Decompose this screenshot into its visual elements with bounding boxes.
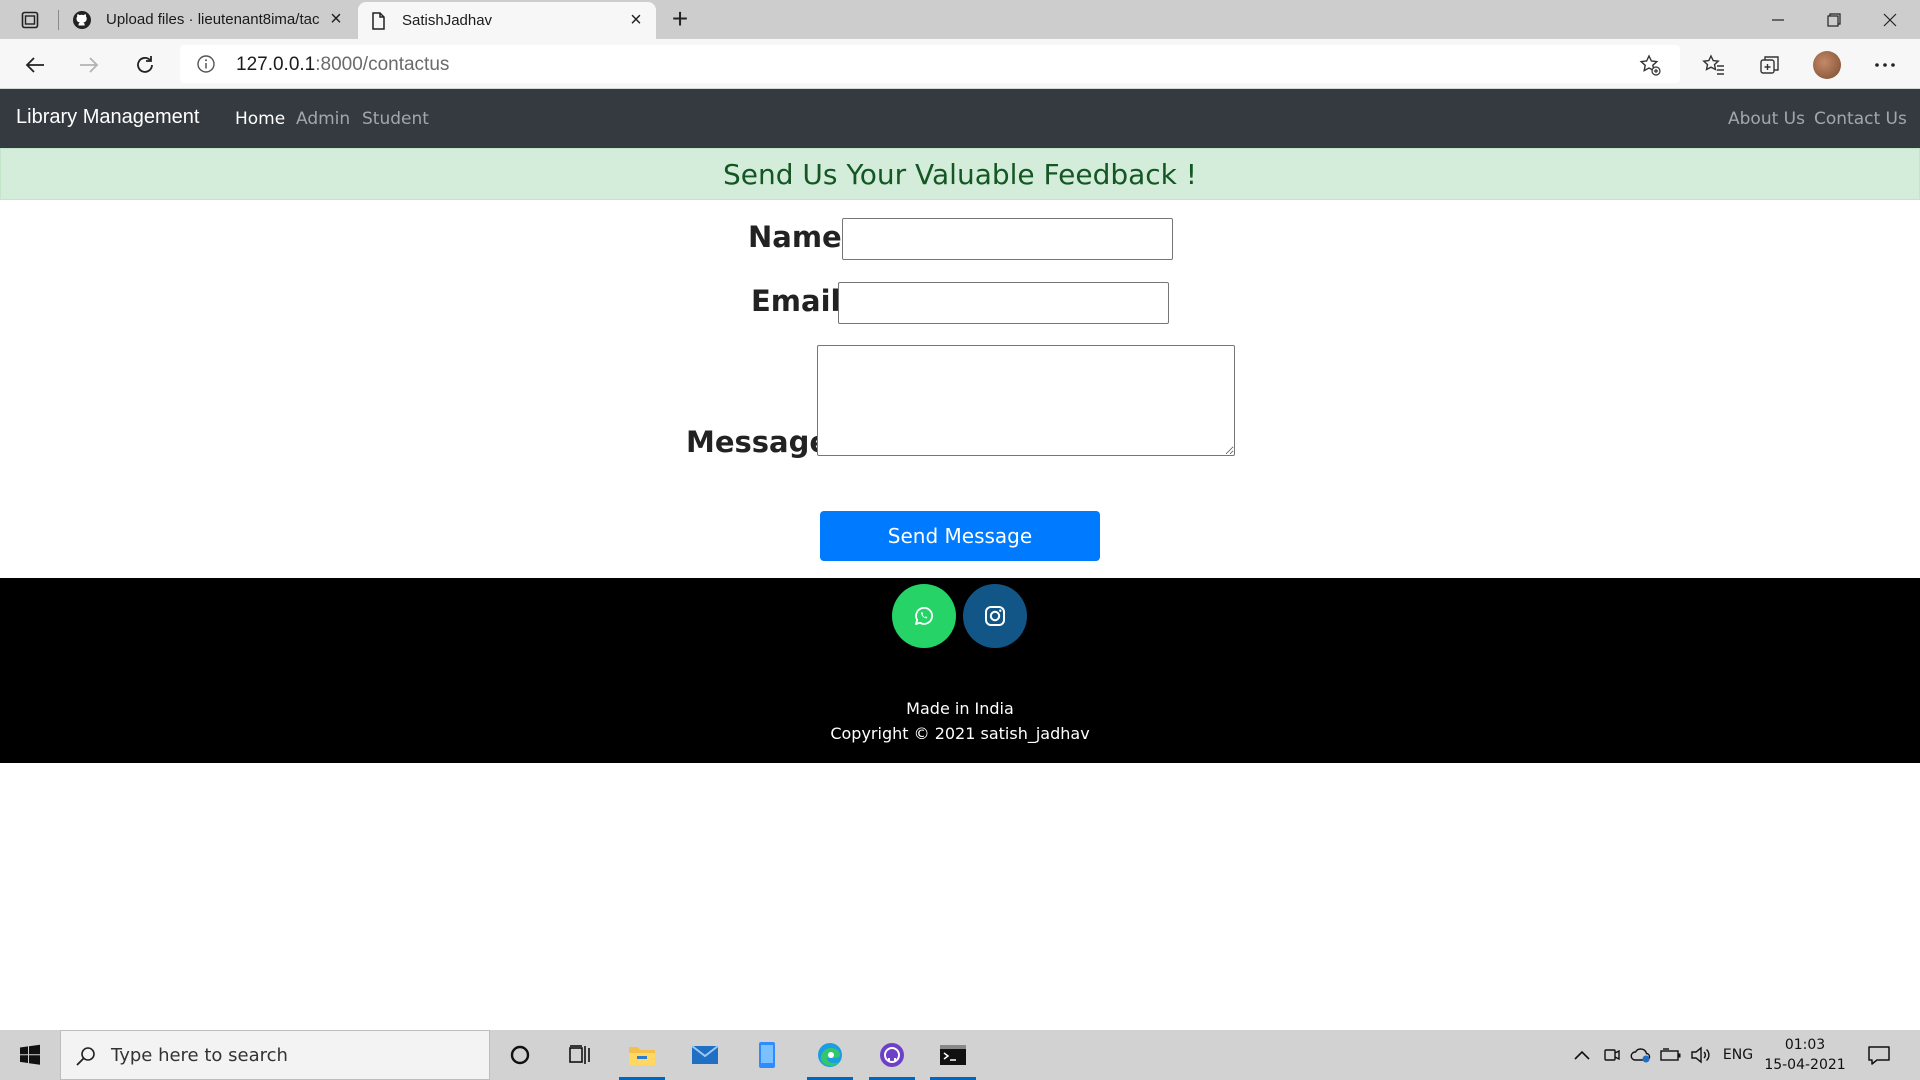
edge-icon <box>818 1043 842 1067</box>
site-navbar: Library Management Home Admin Student Ab… <box>0 89 1920 148</box>
send-message-button[interactable]: Send Message <box>820 511 1100 561</box>
volume-button[interactable] <box>1688 1044 1714 1066</box>
cortana-button[interactable] <box>495 1030 545 1080</box>
tab-actions-icon[interactable] <box>18 8 42 32</box>
camera-icon <box>1604 1049 1620 1061</box>
github-icon <box>72 10 92 30</box>
language-indicator[interactable]: ENG <box>1718 1044 1758 1066</box>
message-textarea[interactable] <box>817 345 1235 456</box>
url-host: 127.0.0.1 <box>236 54 316 75</box>
cortana-icon <box>510 1045 530 1065</box>
brand-link[interactable]: Library Management <box>16 106 199 129</box>
clock-date: 15-04-2021 <box>1764 1057 1846 1073</box>
github-desktop-icon <box>880 1043 904 1067</box>
more-options-icon[interactable] <box>1868 48 1902 82</box>
speaker-icon <box>1691 1046 1710 1064</box>
battery-icon <box>1660 1048 1681 1061</box>
add-favorite-icon[interactable] <box>1638 53 1662 77</box>
task-view-button[interactable] <box>555 1030 605 1080</box>
footer-made-in: Made in India <box>906 699 1014 718</box>
nav-contact-us[interactable]: Contact Us <box>1814 109 1907 129</box>
info-icon[interactable] <box>196 54 216 74</box>
taskbar-search[interactable]: Type here to search <box>60 1030 490 1080</box>
mail-icon <box>691 1045 719 1064</box>
windows-icon <box>20 1044 40 1065</box>
show-hidden-icons-button[interactable] <box>1570 1044 1594 1066</box>
close-icon[interactable]: × <box>622 7 650 35</box>
instagram-button[interactable] <box>963 584 1027 648</box>
chevron-up-icon <box>1574 1050 1590 1060</box>
phone-app-button[interactable] <box>742 1030 792 1080</box>
browser-tab-bar: Upload files · lieutenant8ima/tac × Sati… <box>0 0 1920 39</box>
clock-time: 01:03 <box>1784 1037 1826 1053</box>
meet-now-button[interactable] <box>1600 1044 1624 1066</box>
feedback-banner: Send Us Your Valuable Feedback ! <box>0 148 1920 200</box>
address-bar[interactable]: 127.0.0.1:8000/contactus <box>180 45 1680 83</box>
search-placeholder: Type here to search <box>111 1045 288 1066</box>
close-icon[interactable]: × <box>322 6 350 34</box>
profile-avatar[interactable] <box>1810 48 1844 82</box>
favorites-icon[interactable] <box>1697 48 1731 82</box>
tab-upload-files[interactable]: Upload files · lieutenant8ima/tac × <box>62 0 356 39</box>
footer-copyright: Copyright © 2021 satish_jadhav <box>830 724 1090 743</box>
url-text: 127.0.0.1:8000/contactus <box>236 54 449 76</box>
nav-student[interactable]: Student <box>362 109 429 129</box>
email-input[interactable] <box>838 282 1169 324</box>
cloud-sync-icon <box>1630 1048 1651 1063</box>
nav-home[interactable]: Home <box>235 109 285 129</box>
back-button[interactable] <box>18 48 52 82</box>
restore-button[interactable] <box>1806 0 1862 39</box>
search-icon <box>75 1045 97 1067</box>
terminal-icon <box>940 1045 966 1065</box>
collections-icon[interactable] <box>1753 48 1787 82</box>
github-desktop-button[interactable] <box>867 1030 917 1080</box>
new-tab-button[interactable]: + <box>665 5 695 35</box>
task-view-icon <box>569 1045 590 1064</box>
name-label: Name: <box>748 220 854 254</box>
feedback-heading: Send Us Your Valuable Feedback ! <box>722 158 1198 191</box>
battery-button[interactable] <box>1658 1044 1684 1066</box>
onedrive-button[interactable] <box>1628 1044 1654 1066</box>
clock[interactable]: 01:03 15-04-2021 <box>1762 1035 1848 1075</box>
file-explorer-button[interactable] <box>617 1030 667 1080</box>
edge-browser-button[interactable] <box>805 1030 855 1080</box>
close-window-button[interactable] <box>1862 0 1918 39</box>
terminal-button[interactable] <box>928 1030 978 1080</box>
minimize-button[interactable] <box>1750 0 1806 39</box>
url-path: :8000/contactus <box>315 54 450 75</box>
refresh-button[interactable] <box>128 48 162 82</box>
tab-satishjadhav[interactable]: SatishJadhav × <box>358 2 656 39</box>
nav-about-us[interactable]: About Us <box>1728 109 1805 129</box>
forward-button[interactable] <box>72 48 106 82</box>
notification-icon <box>1868 1046 1890 1065</box>
instagram-icon <box>985 606 1005 626</box>
mail-button[interactable] <box>680 1030 730 1080</box>
avatar-image <box>1813 51 1841 79</box>
folder-icon <box>629 1047 655 1065</box>
start-button[interactable] <box>0 1030 60 1080</box>
phone-icon <box>759 1042 775 1068</box>
tab-separator <box>58 10 59 30</box>
tab-title: Upload files · lieutenant8ima/tac <box>106 11 320 28</box>
notifications-button[interactable] <box>1864 1040 1894 1070</box>
nav-admin[interactable]: Admin <box>296 109 350 129</box>
tab-title: SatishJadhav <box>402 12 493 29</box>
whatsapp-button[interactable] <box>892 584 956 648</box>
windows-taskbar: Type here to search ENG 01:03 15-04-2021 <box>0 1030 1920 1080</box>
browser-toolbar: 127.0.0.1:8000/contactus <box>0 39 1920 89</box>
page-icon <box>368 11 388 31</box>
email-label: Email: <box>751 284 853 318</box>
whatsapp-icon <box>915 607 933 625</box>
site-footer: Made in India Copyright © 2021 satish_ja… <box>0 578 1920 763</box>
name-input[interactable] <box>842 218 1173 260</box>
